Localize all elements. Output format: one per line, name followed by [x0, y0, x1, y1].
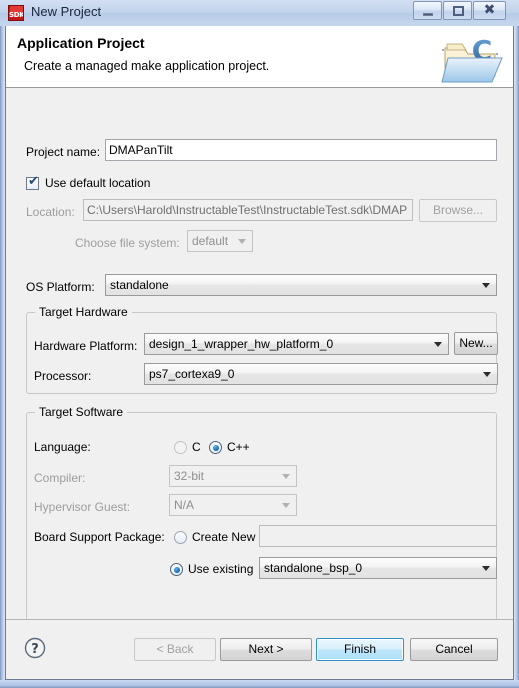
- use-default-location-label[interactable]: Use default location: [45, 176, 150, 190]
- os-platform-combo[interactable]: standalone: [105, 274, 497, 296]
- help-icon[interactable]: ?: [24, 637, 46, 659]
- chevron-down-icon: [238, 239, 246, 244]
- minimize-icon: [423, 13, 433, 16]
- window-frame-bottom: [0, 680, 519, 688]
- finish-button[interactable]: Finish: [316, 638, 404, 661]
- new-hardware-platform-button[interactable]: New...: [454, 332, 498, 355]
- board-support-package-label: Board Support Package:: [34, 530, 165, 544]
- project-name-label: Project name:: [26, 145, 101, 159]
- processor-combo[interactable]: ps7_cortexa9_0: [144, 363, 498, 385]
- compiler-value: 32-bit: [174, 469, 205, 483]
- browse-button: Browse...: [419, 199, 497, 222]
- os-platform-label: OS Platform:: [26, 280, 95, 294]
- file-system-label: Choose file system:: [75, 236, 180, 250]
- wizard-header: Application Project Create a managed mak…: [6, 26, 513, 88]
- svg-text:?: ?: [31, 642, 39, 657]
- bsp-radio-use-existing[interactable]: [170, 563, 183, 576]
- checkmark-icon: ✔: [28, 174, 39, 189]
- dialog-button-bar: ? < Back Next > Finish Cancel: [6, 619, 513, 679]
- use-default-location-checkbox[interactable]: ✔: [26, 174, 39, 190]
- dialog-body: Application Project Create a managed mak…: [5, 26, 514, 680]
- language-radio-c-label[interactable]: C: [192, 440, 201, 454]
- file-system-value: default: [192, 234, 229, 248]
- chevron-down-icon: [282, 474, 290, 479]
- bsp-use-existing-label[interactable]: Use existing: [188, 562, 253, 576]
- close-button[interactable]: ✖: [473, 1, 506, 20]
- language-radio-cpp-label[interactable]: C++: [227, 440, 250, 454]
- next-button[interactable]: Next >: [220, 638, 312, 661]
- hypervisor-guest-label: Hypervisor Guest:: [34, 500, 131, 514]
- hardware-platform-label: Hardware Platform:: [34, 339, 138, 353]
- bsp-use-existing-value: standalone_bsp_0: [264, 561, 363, 575]
- hypervisor-guest-value: N/A: [174, 498, 195, 512]
- minimize-button[interactable]: [413, 1, 442, 20]
- chevron-down-icon: [483, 372, 491, 377]
- hardware-platform-combo[interactable]: design_1_wrapper_hw_platform_0: [144, 333, 449, 355]
- compiler-combo: 32-bit: [169, 465, 297, 487]
- language-label: Language:: [34, 440, 91, 454]
- sdk-icon: SDK: [8, 5, 24, 21]
- bsp-create-new-input: [259, 525, 497, 547]
- language-radio-c[interactable]: [174, 441, 187, 454]
- title-bar[interactable]: SDK New Project ✖: [0, 0, 519, 26]
- form-area: Project name: DMAPanTilt ✔ Use default l…: [6, 88, 513, 655]
- chevron-down-icon: [482, 566, 490, 571]
- os-platform-value: standalone: [110, 278, 169, 292]
- hypervisor-guest-combo: N/A: [169, 494, 297, 516]
- radio-dot-icon: [212, 444, 219, 451]
- project-name-input[interactable]: DMAPanTilt: [105, 139, 497, 161]
- radio-dot-icon: [173, 566, 180, 573]
- bsp-use-existing-combo[interactable]: standalone_bsp_0: [259, 557, 497, 579]
- maximize-button[interactable]: [443, 1, 472, 20]
- location-label: Location:: [26, 205, 75, 219]
- compiler-label: Compiler:: [34, 471, 86, 485]
- folder-c-icon: C: [441, 34, 503, 83]
- chevron-down-icon: [482, 283, 490, 288]
- processor-value: ps7_cortexa9_0: [149, 367, 235, 381]
- target-software-title: Target Software: [35, 405, 128, 419]
- sdk-icon-label: SDK: [9, 11, 24, 19]
- bsp-radio-create-new[interactable]: [174, 531, 187, 544]
- target-hardware-title: Target Hardware: [35, 305, 132, 319]
- page-subtitle: Create a managed make application projec…: [24, 59, 270, 73]
- file-system-combo: default: [187, 230, 253, 252]
- hardware-platform-value: design_1_wrapper_hw_platform_0: [149, 337, 334, 351]
- back-button: < Back: [134, 638, 216, 661]
- cancel-button[interactable]: Cancel: [410, 638, 498, 661]
- chevron-down-icon: [434, 342, 442, 347]
- new-project-window: SDK New Project ✖ Application Project Cr…: [0, 0, 519, 688]
- close-icon: ✖: [483, 2, 496, 18]
- maximize-icon: [453, 6, 464, 16]
- window-title: New Project: [31, 4, 102, 19]
- location-input: C:\Users\Harold\InstructableTest\Instruc…: [83, 199, 413, 221]
- processor-label: Processor:: [34, 369, 92, 383]
- page-title: Application Project: [17, 35, 145, 51]
- bsp-create-new-label[interactable]: Create New: [192, 530, 255, 544]
- chevron-down-icon: [282, 503, 290, 508]
- language-radio-cpp[interactable]: [209, 441, 222, 454]
